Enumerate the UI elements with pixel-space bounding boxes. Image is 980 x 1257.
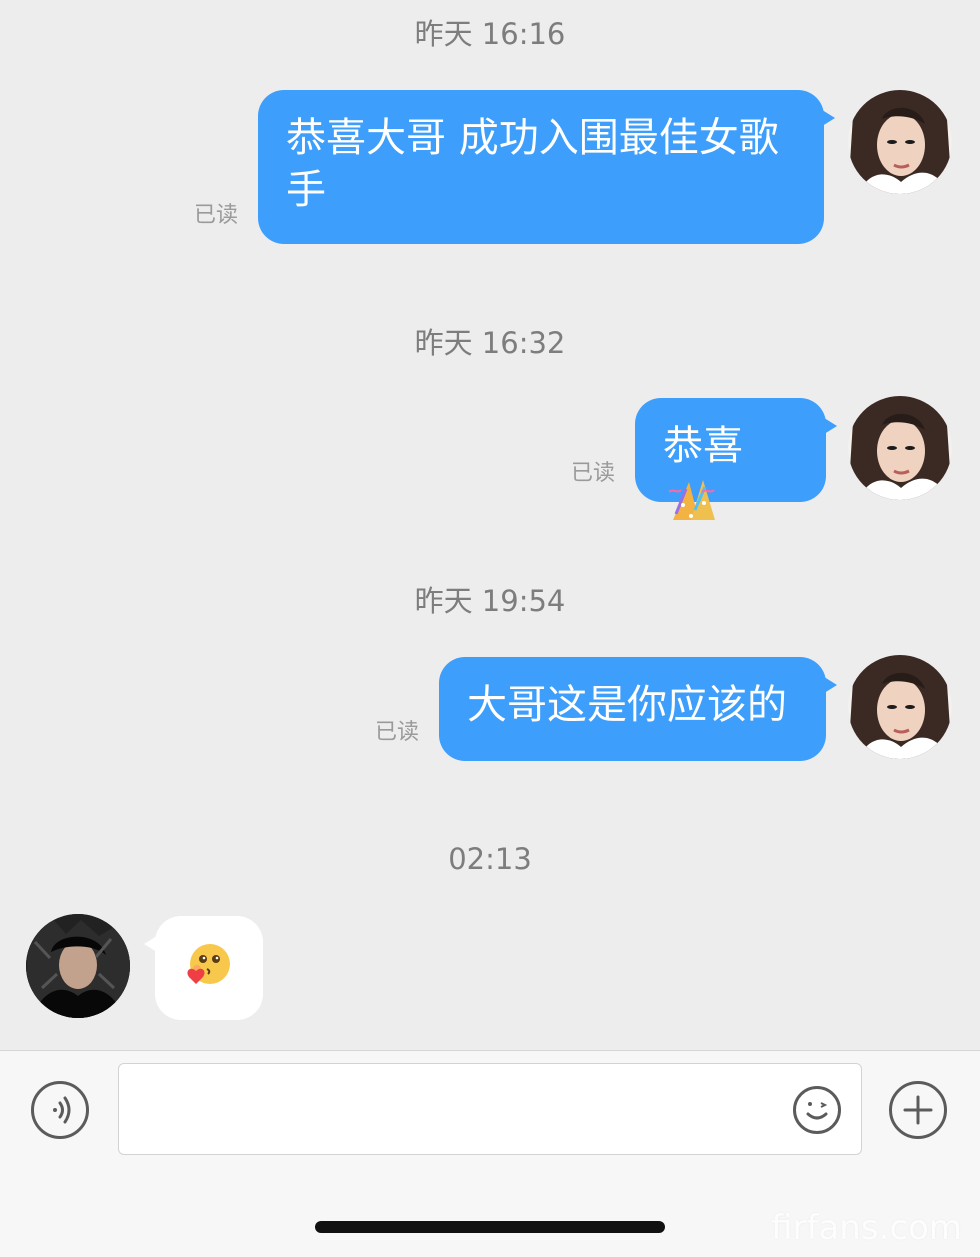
- voice-icon: [53, 1096, 71, 1124]
- timestamp: 02:13: [448, 842, 532, 876]
- message-row: 已读 恭喜大哥 成功入围最佳女歌 手: [0, 88, 980, 248]
- party-popper-icon: [665, 472, 719, 539]
- outgoing-message-bubble[interactable]: 恭喜大哥 成功入围最佳女歌 手: [258, 90, 835, 244]
- plus-icon: [903, 1095, 933, 1125]
- message-row: 已读 恭喜: [0, 396, 980, 520]
- message-input-box[interactable]: [118, 1063, 862, 1155]
- my-avatar[interactable]: [848, 396, 952, 500]
- message-text-line: 恭喜大哥 成功入围最佳女歌: [286, 115, 779, 161]
- outgoing-message-bubble[interactable]: 恭喜: [635, 398, 837, 520]
- timestamp: 昨天 19:54: [414, 584, 566, 618]
- read-status: 已读: [375, 720, 420, 745]
- timestamp: 昨天 16:32: [414, 326, 566, 360]
- blowing-kiss-heart-icon: [184, 941, 234, 1004]
- incoming-message-bubble[interactable]: [144, 916, 263, 1020]
- portrait-avatar-image: [848, 655, 952, 759]
- plus-button[interactable]: [889, 1081, 947, 1139]
- portrait-avatar-image: [848, 396, 952, 500]
- emoji-button[interactable]: [793, 1086, 841, 1134]
- message-text: 大哥这是你应该的: [467, 682, 787, 728]
- watermark-text: firfans.com: [771, 1208, 962, 1248]
- outgoing-message-bubble[interactable]: 大哥这是你应该的: [439, 657, 837, 761]
- smile-icon: [806, 1102, 828, 1120]
- contact-avatar[interactable]: [26, 914, 130, 1018]
- portrait-avatar-image: [848, 90, 952, 194]
- message-text-line: 手: [286, 167, 326, 213]
- my-avatar[interactable]: [848, 90, 952, 194]
- voice-button[interactable]: [31, 1081, 89, 1139]
- message-row: [0, 914, 980, 1024]
- message-row: 已读 大哥这是你应该的: [0, 655, 980, 765]
- read-status: 已读: [194, 203, 239, 228]
- chat-message-area[interactable]: 昨天 16:16 已读 恭喜大哥 成功入围最佳女歌 手 昨天 16:32 已读 …: [0, 0, 980, 1050]
- read-status: 已读: [571, 461, 616, 486]
- message-text: 恭喜: [663, 423, 743, 469]
- home-indicator[interactable]: [315, 1221, 665, 1233]
- message-composer: firfans.com: [0, 1050, 980, 1257]
- message-input-field[interactable]: [119, 1064, 769, 1154]
- timestamp: 昨天 16:16: [414, 17, 566, 51]
- my-avatar[interactable]: [848, 655, 952, 759]
- dark-portrait-avatar-image: [26, 914, 130, 1018]
